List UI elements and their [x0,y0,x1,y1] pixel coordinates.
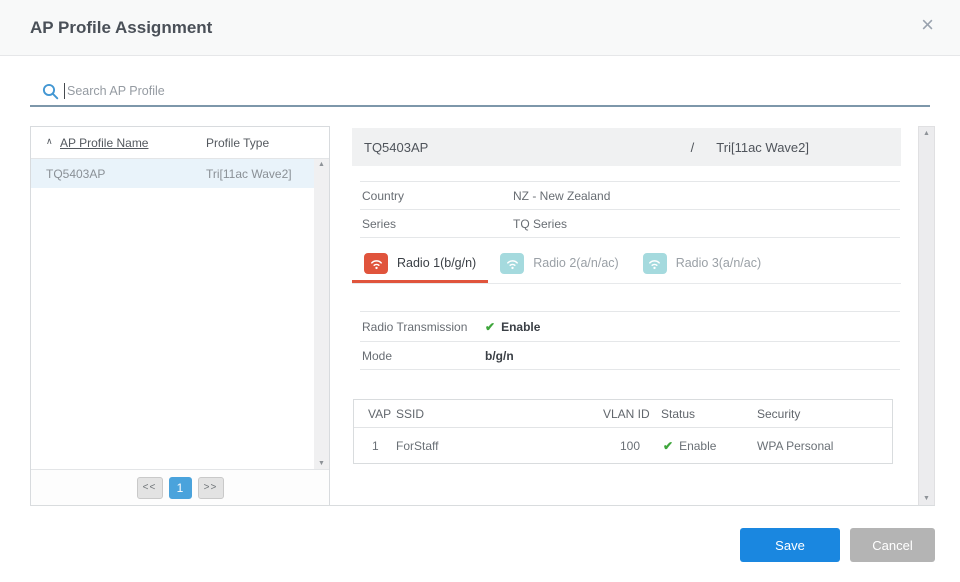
security-cell: WPA Personal [757,439,892,453]
detail-header-bar: TQ5403AP / Tri[11ac Wave2] [352,128,901,166]
vap-table-row[interactable]: 1 ForStaff 100 ✔ Enable WPA Personal [354,428,892,463]
profile-list-row[interactable]: TQ5403AP Tri[11ac Wave2] [31,159,329,188]
search-bar [30,76,930,107]
detail-separator: / [691,140,695,155]
check-icon: ✔ [485,320,495,334]
ap-profile-assignment-dialog: AP Profile Assignment × ∧ AP Profile Nam… [0,0,960,582]
scroll-up-icon[interactable]: ▲ [314,161,329,168]
radio-tabs: Radio 1(b/g/n) Radio 2(a/n/ac) [352,246,901,284]
detail-profile-type: Tri[11ac Wave2] [716,140,809,155]
profile-list-header: ∧ AP Profile Name Profile Type [31,127,329,159]
scroll-up-icon[interactable]: ▲ [919,130,934,137]
field-value: NZ - New Zealand [513,189,610,203]
tab-radio-1[interactable]: Radio 1(b/g/n) [352,246,488,283]
ssid-cell: ForStaff [396,439,599,453]
field-label: Country [360,189,513,203]
field-label: Mode [360,349,485,363]
vap-table-header: VAP SSID VLAN ID Status Security [354,400,892,428]
profile-detail-content: TQ5403AP / Tri[11ac Wave2] Country NZ - … [352,126,901,464]
wifi-icon [500,253,524,274]
search-input[interactable] [67,78,926,104]
pagination: << 1 >> [31,469,329,505]
column-header-vap: VAP [354,407,396,421]
detail-fields: Country NZ - New Zealand Series TQ Serie… [360,181,900,238]
detail-scrollbar[interactable]: ▲ ▼ [918,126,935,506]
column-header-profile-type: Profile Type [206,136,269,150]
content-divider [30,505,935,506]
field-row-series: Series TQ Series [360,210,900,238]
column-header-vlan-id: VLAN ID [599,407,661,421]
vap-table: VAP SSID VLAN ID Status Security 1 ForSt… [353,399,893,464]
search-icon [42,83,59,100]
wifi-icon [364,253,388,274]
column-header-ssid: SSID [396,407,599,421]
profile-list-panel: ∧ AP Profile Name Profile Type TQ5403AP … [30,126,330,506]
tab-label: Radio 2(a/n/ac) [533,256,618,270]
tab-label: Radio 1(b/g/n) [397,256,476,270]
save-button[interactable]: Save [740,528,840,562]
pagination-page-1-button[interactable]: 1 [169,477,192,499]
field-value: Enable [501,320,540,334]
text-cursor [64,83,65,99]
scroll-down-icon[interactable]: ▼ [314,460,329,467]
pagination-prev-button[interactable]: << [137,477,163,499]
pagination-next-button[interactable]: >> [198,477,224,499]
radio-settings: Radio Transmission ✔ Enable Mode b/g/n [360,311,900,370]
field-row-country: Country NZ - New Zealand [360,182,900,210]
tab-radio-3[interactable]: Radio 3(a/n/ac) [631,246,773,283]
dialog-title: AP Profile Assignment [30,18,212,38]
column-header-security: Security [757,407,892,421]
wifi-icon [643,253,667,274]
tab-label: Radio 3(a/n/ac) [676,256,761,270]
profile-list-scrollbar[interactable]: ▲ ▼ [314,159,329,469]
profile-type-cell: Tri[11ac Wave2] [206,167,292,181]
cancel-button[interactable]: Cancel [850,528,935,562]
field-value: b/g/n [485,349,514,363]
vlan-id-cell: 100 [599,439,661,453]
profile-detail-panel: TQ5403AP / Tri[11ac Wave2] Country NZ - … [352,126,935,506]
check-icon: ✔ [663,439,673,453]
detail-profile-name: TQ5403AP [352,140,428,155]
field-row-radio-transmission: Radio Transmission ✔ Enable [360,312,900,342]
profile-name-cell: TQ5403AP [46,167,105,181]
scroll-down-icon[interactable]: ▼ [919,495,934,502]
field-value: TQ Series [513,217,567,231]
vap-cell: 1 [354,439,396,453]
status-text: Enable [679,439,716,453]
field-label: Radio Transmission [360,320,485,334]
field-row-mode: Mode b/g/n [360,342,900,370]
tab-radio-2[interactable]: Radio 2(a/n/ac) [488,246,630,283]
status-cell: ✔ Enable [661,439,757,453]
column-header-ap-profile-name[interactable]: AP Profile Name [60,136,148,150]
sort-asc-icon[interactable]: ∧ [46,136,53,147]
close-icon[interactable]: × [921,14,934,36]
column-header-status: Status [661,407,757,421]
profile-list-body: TQ5403AP Tri[11ac Wave2] ▲ ▼ [31,159,329,469]
dialog-titlebar: AP Profile Assignment × [0,0,960,56]
field-label: Series [360,217,513,231]
